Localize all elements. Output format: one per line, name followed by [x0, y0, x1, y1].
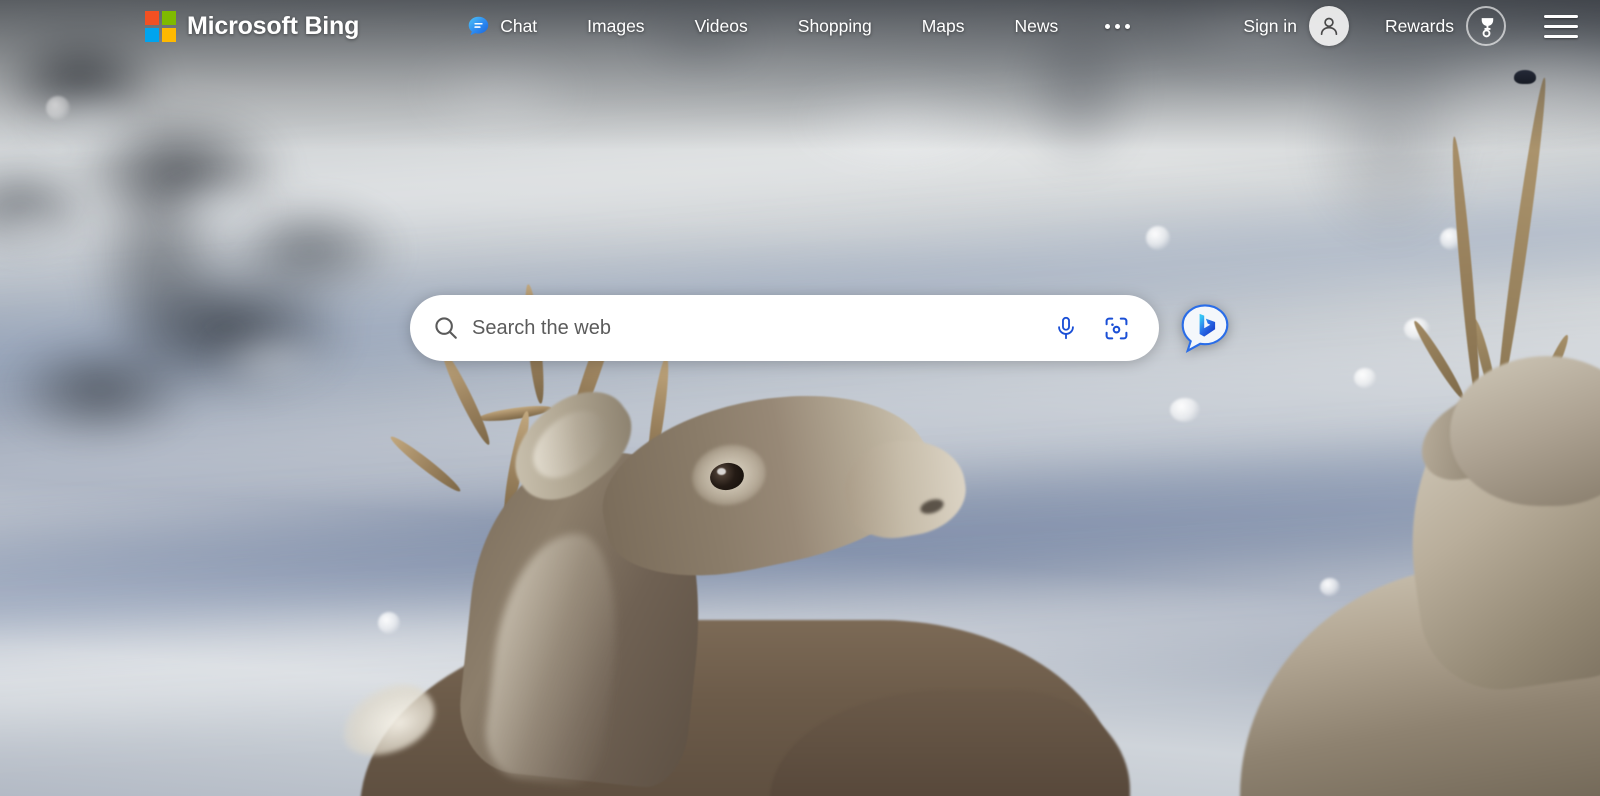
person-avatar-icon [1308, 6, 1349, 46]
hamburger-menu-icon[interactable] [1544, 11, 1578, 42]
rewards-button[interactable]: Rewards [1377, 2, 1514, 50]
nav-label: News [1014, 15, 1059, 36]
nav-label: Chat [500, 15, 538, 36]
reindeer-right [1220, 70, 1600, 796]
site-header: Microsoft Bing Chat Images Videos Shoppi… [0, 0, 1600, 52]
nav-item-news[interactable]: News [990, 10, 1084, 43]
nav-item-images[interactable]: Images [562, 10, 669, 43]
nav-label: Shopping [797, 15, 872, 36]
search-area [410, 295, 1231, 361]
nav-label: Images [587, 15, 645, 36]
chat-bubble-icon [466, 14, 491, 39]
bing-logo-link[interactable]: Microsoft Bing [145, 10, 360, 42]
search-input[interactable] [472, 295, 1049, 361]
magnifier-icon [432, 314, 460, 342]
search-actions [1049, 311, 1133, 345]
sign-in-button[interactable]: Sign in [1235, 2, 1357, 50]
rewards-label: Rewards [1384, 15, 1454, 36]
bing-chat-bubble-icon[interactable] [1179, 302, 1231, 354]
nav-label: Maps [921, 15, 965, 36]
microphone-icon[interactable] [1049, 311, 1083, 345]
nav-label: Videos [694, 15, 748, 36]
background-image [0, 0, 1600, 796]
bokeh-sparkle [1170, 398, 1200, 422]
camera-visual-search-icon[interactable] [1099, 311, 1133, 345]
bokeh-sparkle [1146, 226, 1170, 250]
bing-homepage: Microsoft Bing Chat Images Videos Shoppi… [0, 0, 1600, 796]
nav-item-shopping[interactable]: Shopping [773, 10, 897, 43]
reindeer-foreground [300, 283, 1130, 796]
brand-name: Microsoft Bing [187, 11, 360, 40]
more-ellipsis-icon[interactable] [1083, 14, 1152, 39]
nav-item-videos[interactable]: Videos [670, 10, 773, 43]
sign-in-label: Sign in [1243, 15, 1297, 36]
rewards-medal-icon [1466, 6, 1506, 46]
header-actions: Sign in Rewards [1235, 2, 1578, 50]
search-box[interactable] [410, 295, 1159, 361]
primary-nav: Chat Images Videos Shopping Maps News [441, 8, 1152, 45]
nav-item-chat[interactable]: Chat [441, 8, 562, 45]
nav-item-maps[interactable]: Maps [897, 10, 990, 43]
microsoft-logo-icon [145, 10, 176, 42]
